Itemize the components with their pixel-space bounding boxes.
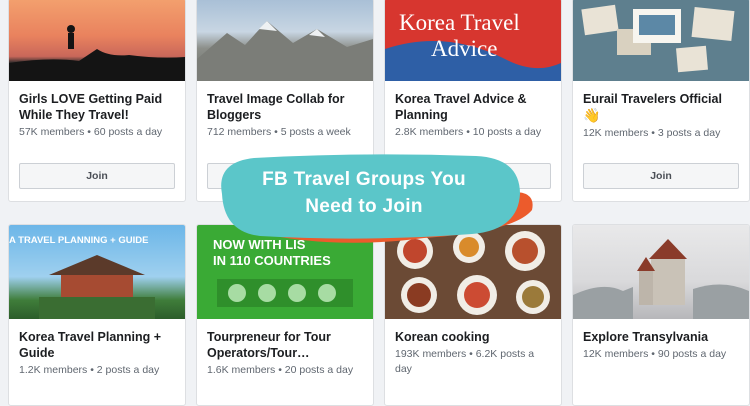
group-meta: 712 members • 5 posts a week — [207, 126, 351, 138]
group-meta: 1.6K members • 20 posts a day — [207, 364, 354, 376]
group-card-korean-cooking[interactable]: Korean cooking 193K members • 6.2K posts… — [384, 224, 562, 406]
group-cover-image[interactable]: Korea Travel Advice — [385, 0, 561, 81]
cover-text: Korea Travel — [399, 10, 520, 35]
group-title[interactable]: Tourpreneur for Tour Operators/Tour… — [207, 329, 363, 361]
group-meta: 12K members • 3 posts a day — [583, 127, 721, 139]
group-card-explore-transylvania[interactable]: Explore Transylvania 12K members • 90 po… — [572, 224, 750, 406]
wave-emoji-icon: 👋 — [583, 107, 601, 123]
group-title[interactable]: Travel Image Collab for Bloggers — [207, 91, 363, 123]
group-card-korea-travel-planning[interactable]: A TRAVEL PLANNING + GUIDE Korea Travel P… — [8, 224, 186, 406]
overlay-line-2: Need to Join — [305, 196, 423, 217]
group-title[interactable]: Explore Transylvania — [583, 329, 739, 345]
join-button[interactable]: Join — [583, 163, 739, 189]
photos-icon — [581, 4, 735, 73]
mountain-icon — [197, 21, 373, 81]
overlay-line-1: FB Travel Groups You — [262, 169, 466, 190]
silhouette-icon — [9, 25, 185, 81]
group-cover-image[interactable] — [573, 225, 749, 319]
group-card-girls-love[interactable]: Girls LOVE Getting Paid While They Trave… — [8, 0, 186, 202]
overlay-title: FB Travel Groups You Need to Join — [214, 166, 514, 220]
group-card-tourpreneur[interactable]: NOW WITH LIS IN 110 COUNTRIES Tourpreneu… — [196, 224, 374, 406]
group-title[interactable]: Korea Travel Advice & Planning — [395, 91, 551, 123]
group-meta: 2.8K members • 10 posts a day — [395, 126, 542, 138]
cover-text: Advice — [431, 36, 498, 61]
group-title[interactable]: Eurail Travelers Official 👋 — [583, 91, 739, 124]
group-meta: 12K members • 90 posts a day — [583, 348, 727, 360]
group-card-eurail[interactable]: Eurail Travelers Official 👋 12K members … — [572, 0, 750, 202]
castle-icon — [573, 239, 749, 319]
overlay-badge: FB Travel Groups You Need to Join — [214, 152, 534, 244]
group-cover-image[interactable] — [197, 0, 373, 81]
group-cover-image[interactable] — [573, 0, 749, 81]
join-button[interactable]: Join — [19, 163, 175, 189]
cover-text: A TRAVEL PLANNING + GUIDE — [9, 235, 149, 246]
group-meta: 57K members • 60 posts a day — [19, 126, 163, 138]
group-title[interactable]: Korean cooking — [395, 329, 551, 345]
group-title[interactable]: Korea Travel Planning + Guide — [19, 329, 175, 361]
group-meta: 193K members • 6.2K posts a day — [395, 348, 535, 375]
group-title[interactable]: Girls LOVE Getting Paid While They Trave… — [19, 91, 175, 123]
group-cover-image[interactable]: A TRAVEL PLANNING + GUIDE — [9, 225, 185, 319]
group-meta: 1.2K members • 2 posts a day — [19, 364, 160, 376]
group-cover-image[interactable] — [9, 0, 185, 81]
group-title-text[interactable]: Eurail Travelers Official — [583, 92, 722, 106]
